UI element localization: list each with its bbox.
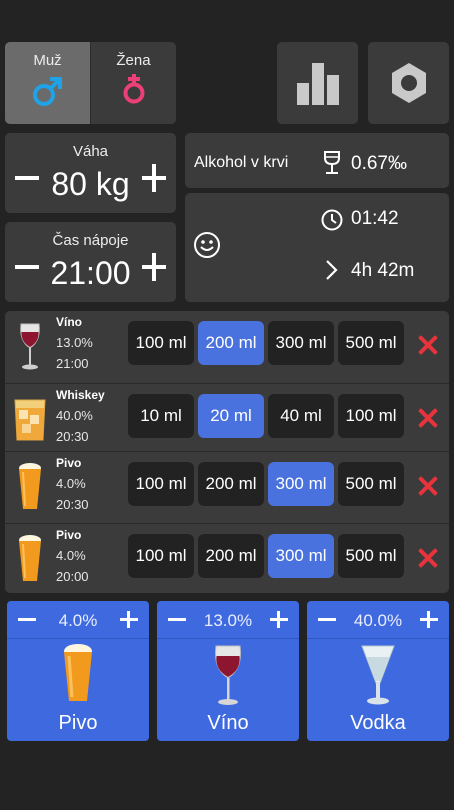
percent-increase-button[interactable]: [417, 605, 441, 635]
percent-stepper: 13.0%: [157, 601, 299, 639]
volume-option[interactable]: 200 ml: [198, 534, 264, 578]
volume-option[interactable]: 200 ml: [198, 462, 264, 506]
drink-row: Whiskey 40.0% 20:30 10 ml 20 ml 40 ml 10…: [5, 383, 449, 455]
blood-alcohol-card: Alkohol v krvi 0.67‰: [185, 133, 449, 188]
drink-percent: 40.0%: [56, 408, 93, 423]
drink-name: Víno: [56, 315, 82, 329]
female-icon: [123, 74, 144, 104]
drink-time: 21:00: [56, 356, 89, 371]
drink-name: Whiskey: [56, 388, 105, 402]
volume-option-selected[interactable]: 300 ml: [268, 534, 334, 578]
volume-options: 100 ml 200 ml 300 ml 500 ml: [128, 462, 404, 506]
percent-increase-button[interactable]: [117, 605, 141, 635]
drink-list: Víno 13.0% 21:00 100 ml 200 ml 300 ml 50…: [5, 311, 449, 593]
volume-option[interactable]: 100 ml: [128, 462, 194, 506]
drink-time: 20:00: [56, 569, 89, 584]
blood-alcohol-label: Alkohol v krvi: [194, 154, 289, 171]
drink-time: 20:30: [56, 429, 89, 444]
statistics-button[interactable]: [277, 42, 358, 124]
volume-option[interactable]: 100 ml: [128, 534, 194, 578]
volume-option[interactable]: 500 ml: [338, 534, 404, 578]
drink-time-label: Čas nápoje: [52, 232, 129, 249]
sober-remaining-value: 4h 42m: [351, 260, 415, 281]
volume-option-selected[interactable]: 300 ml: [268, 462, 334, 506]
wine-icon: [215, 645, 241, 705]
hexagon-nut-icon: [391, 63, 426, 103]
weight-label: Váha: [72, 143, 109, 160]
drink-name: Pivo: [56, 456, 82, 470]
bar-chart-icon: [296, 63, 339, 105]
volume-option[interactable]: 100 ml: [338, 394, 404, 438]
male-icon: [32, 77, 62, 106]
settings-button[interactable]: [368, 42, 449, 124]
weight-increase-button[interactable]: [138, 161, 170, 195]
volume-option[interactable]: 300 ml: [268, 321, 334, 365]
percent-stepper: 40.0%: [307, 601, 449, 639]
drink-percent: 13.0%: [56, 335, 93, 350]
gender-selector: Muž Žena: [5, 42, 176, 124]
beer-icon: [19, 535, 41, 581]
volume-option[interactable]: 100 ml: [128, 321, 194, 365]
quick-add-vodka[interactable]: 40.0% Vodka: [307, 601, 449, 741]
delete-drink-icon[interactable]: [417, 334, 439, 356]
quick-add-name: Vodka: [350, 712, 406, 734]
delete-drink-icon[interactable]: [417, 475, 439, 497]
quick-add-beer[interactable]: 4.0% Pivo: [7, 601, 149, 741]
status-card: 01:42 4h 42m: [185, 193, 449, 302]
gender-female-label: Žena: [116, 52, 151, 69]
volume-options: 100 ml 200 ml 300 ml 500 ml: [128, 321, 404, 365]
volume-options: 10 ml 20 ml 40 ml 100 ml: [128, 394, 404, 438]
vodka-icon: [361, 645, 395, 705]
volume-option[interactable]: 40 ml: [268, 394, 334, 438]
weight-stepper: Váha 80 kg: [5, 133, 176, 213]
quick-add-name: Víno: [207, 712, 249, 734]
percent-increase-button[interactable]: [267, 605, 291, 635]
drink-percent: 4.0%: [56, 476, 86, 491]
volume-option[interactable]: 500 ml: [338, 462, 404, 506]
drink-percent: 4.0%: [56, 548, 86, 563]
drink-name: Pivo: [56, 528, 82, 542]
drink-time-increase-button[interactable]: [138, 250, 170, 284]
gender-male-button[interactable]: Muž: [5, 42, 90, 124]
drink-row: Víno 13.0% 21:00 100 ml 200 ml 300 ml 50…: [5, 311, 449, 383]
beer-icon: [19, 463, 41, 509]
drink-row: Pivo 4.0% 20:00 100 ml 200 ml 300 ml 500…: [5, 523, 449, 595]
smiley-icon: [194, 232, 220, 258]
volume-option-selected[interactable]: 200 ml: [198, 321, 264, 365]
chevron-right-icon: [326, 260, 338, 280]
volume-option[interactable]: 500 ml: [338, 321, 404, 365]
whiskey-icon: [14, 399, 46, 441]
beer-icon: [64, 644, 92, 701]
delete-drink-icon[interactable]: [417, 547, 439, 569]
drink-row: Pivo 4.0% 20:30 100 ml 200 ml 300 ml 500…: [5, 451, 449, 523]
wine-glass-icon: [324, 151, 340, 174]
delete-drink-icon[interactable]: [417, 407, 439, 429]
clock-icon: [321, 209, 343, 231]
current-time-value: 01:42: [351, 208, 399, 229]
wine-icon: [20, 323, 40, 370]
gender-female-button[interactable]: Žena: [90, 42, 176, 124]
quick-add-name: Pivo: [58, 712, 98, 734]
blood-alcohol-value: 0.67‰: [351, 153, 407, 174]
volume-options: 100 ml 200 ml 300 ml 500 ml: [128, 534, 404, 578]
drink-time: 20:30: [56, 497, 89, 512]
drink-time-stepper: Čas nápoje 21:00: [5, 222, 176, 302]
gender-male-label: Muž: [33, 52, 62, 69]
volume-option[interactable]: 10 ml: [128, 394, 194, 438]
quick-add-wine[interactable]: 13.0% Víno: [157, 601, 299, 741]
percent-stepper: 4.0%: [7, 601, 149, 639]
volume-option-selected[interactable]: 20 ml: [198, 394, 264, 438]
